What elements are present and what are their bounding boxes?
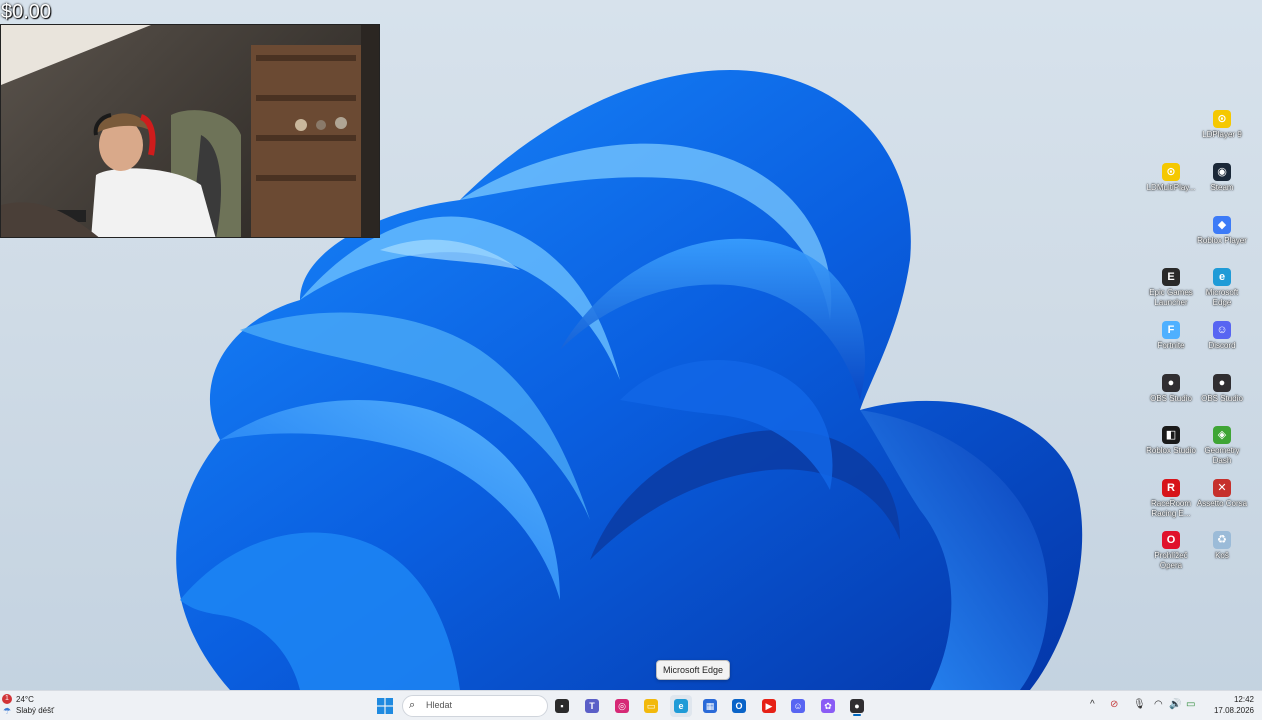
desktop-icon-fortnite[interactable]: F Fortnite bbox=[1145, 321, 1197, 351]
edge-icon: e bbox=[1213, 268, 1231, 286]
roblox-player-icon: ◆ bbox=[1213, 216, 1231, 234]
volume-icon[interactable]: 🔊 bbox=[1169, 699, 1181, 710]
desktop-icon-ldmultiplayer[interactable]: ⊙ LDMultiPlay... bbox=[1145, 163, 1197, 193]
taskbar-teams[interactable]: T bbox=[581, 695, 603, 717]
wifi-icon[interactable]: ◠ bbox=[1154, 699, 1163, 710]
battery-icon[interactable]: ▭ bbox=[1186, 699, 1195, 710]
system-clock[interactable]: 12:42 17.08.2026 bbox=[1202, 694, 1254, 716]
obs-icon: ● bbox=[1162, 374, 1180, 392]
taskbar-search-box[interactable]: ⌕ Hledat bbox=[402, 695, 548, 717]
taskbar-store[interactable]: ▦ bbox=[699, 695, 721, 717]
active-app-indicator bbox=[853, 714, 861, 716]
teams-icon: T bbox=[585, 699, 599, 713]
desktop-icon-obs-studio-1[interactable]: ● OBS Studio bbox=[1145, 374, 1197, 404]
desktop-icon-grid: ⊙ LDPlayer 9 ⊙ LDMultiPlay... ◉ Steam ◆ … bbox=[0, 0, 1262, 690]
instagram-icon: ◎ bbox=[615, 699, 629, 713]
taskbar-obs[interactable]: ● bbox=[846, 695, 868, 717]
taskbar: 1 ☂ 24°C Slabý déšť ⌕ Hledat ▪ T ◎ ▭ e ▦… bbox=[0, 690, 1262, 720]
desktop-icon-raceroom[interactable]: R RaceRoom Racing E... bbox=[1145, 479, 1197, 519]
weather-condition: Slabý déšť bbox=[16, 706, 55, 715]
taskbar-edge[interactable]: e bbox=[670, 695, 692, 717]
edge-icon: e bbox=[674, 699, 688, 713]
assetto-corsa-icon: ✕ bbox=[1213, 479, 1231, 497]
microphone-icon[interactable]: 🎙 bbox=[1133, 699, 1146, 710]
start-button[interactable] bbox=[374, 695, 396, 717]
file-explorer-icon: ▭ bbox=[644, 699, 658, 713]
taskbar-youtube[interactable]: ▶ bbox=[758, 695, 780, 717]
desktop-icon-roblox-studio[interactable]: ◧ Roblox Studio bbox=[1145, 426, 1197, 456]
desktop-icon-roblox-player[interactable]: ◆ Roblox Player bbox=[1196, 216, 1248, 246]
windows-start-icon bbox=[377, 698, 393, 714]
desktop-wallpaper: $0.00 ⊙ LDPlayer 9 ⊙ LDMultiPlay... ◉ St… bbox=[0, 0, 1262, 690]
desktop-icon-recycle-bin[interactable]: ♻ Koš bbox=[1196, 531, 1248, 561]
taskbar-outlook[interactable]: O bbox=[728, 695, 750, 717]
search-placeholder: Hledat bbox=[426, 700, 453, 710]
screen-edge bbox=[1262, 0, 1280, 720]
clock-date: 17.08.2026 bbox=[1213, 706, 1254, 715]
youtube-icon: ▶ bbox=[762, 699, 776, 713]
desktop-icon-opera[interactable]: O Prohlížeč Opera bbox=[1145, 531, 1197, 571]
discord-icon: ☺ bbox=[1213, 321, 1231, 339]
ldplayer-icon: ⊙ bbox=[1213, 110, 1231, 128]
store-icon: ▦ bbox=[703, 699, 717, 713]
roblox-studio-icon: ◧ bbox=[1162, 426, 1180, 444]
geometry-dash-icon: ◈ bbox=[1213, 426, 1231, 444]
clock-time: 12:42 bbox=[1233, 695, 1254, 704]
taskbar-file-explorer[interactable]: ▭ bbox=[640, 695, 662, 717]
desktop-icon-epic-games[interactable]: E Epic Games Launcher bbox=[1145, 268, 1197, 308]
taskbar-task-view[interactable]: ▪ bbox=[551, 695, 573, 717]
desktop-icon-obs-studio-2[interactable]: ● OBS Studio bbox=[1196, 374, 1248, 404]
desktop-icon-assetto-corsa[interactable]: ✕ Assetto Corsa bbox=[1196, 479, 1248, 509]
discord-icon: ☺ bbox=[791, 699, 805, 713]
rain-icon: ☂ bbox=[3, 706, 12, 716]
weather-temperature: 24°C bbox=[16, 695, 34, 704]
copilot-icon: ✿ bbox=[821, 699, 835, 713]
desktop-icon-discord[interactable]: ☺ Discord bbox=[1196, 321, 1248, 351]
fortnite-icon: F bbox=[1162, 321, 1180, 339]
search-icon: ⌕ bbox=[409, 699, 416, 711]
taskbar-instagram[interactable]: ◎ bbox=[611, 695, 633, 717]
desktop-icon-microsoft-edge[interactable]: e Microsoft Edge bbox=[1196, 268, 1248, 308]
desktop-icon-ldplayer9[interactable]: ⊙ LDPlayer 9 bbox=[1196, 110, 1248, 140]
notification-badge: 1 bbox=[2, 694, 12, 704]
epic-games-icon: E bbox=[1162, 268, 1180, 286]
taskbar-tooltip: Microsoft Edge bbox=[656, 660, 731, 680]
tray-overflow-chevron[interactable]: ^ bbox=[1090, 699, 1095, 710]
taskbar-copilot[interactable]: ✿ bbox=[817, 695, 839, 717]
taskbar-discord[interactable]: ☺ bbox=[787, 695, 809, 717]
raceroom-icon: R bbox=[1162, 479, 1180, 497]
desktop-icon-steam[interactable]: ◉ Steam bbox=[1196, 163, 1248, 193]
tray-app-icon[interactable]: ⊘ bbox=[1110, 699, 1118, 710]
outlook-icon: O bbox=[732, 699, 746, 713]
obs-icon: ● bbox=[850, 699, 864, 713]
opera-icon: O bbox=[1162, 531, 1180, 549]
desktop-icon-geometry-dash[interactable]: ◈ Geometry Dash bbox=[1196, 426, 1248, 466]
ldmultiplayer-icon: ⊙ bbox=[1162, 163, 1180, 181]
recycle-bin-icon: ♻ bbox=[1213, 531, 1231, 549]
task-view-icon: ▪ bbox=[555, 699, 569, 713]
steam-icon: ◉ bbox=[1213, 163, 1231, 181]
obs-icon: ● bbox=[1213, 374, 1231, 392]
